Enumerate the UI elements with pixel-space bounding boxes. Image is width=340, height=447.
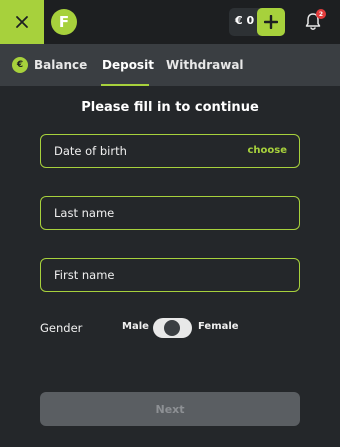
notifications-button[interactable]: 2 — [302, 9, 326, 33]
first-name-field[interactable]: First name — [40, 258, 300, 292]
form-title: Please fill in to continue — [81, 100, 259, 115]
active-tab-indicator — [101, 84, 149, 86]
tab-balance-label: Balance — [34, 58, 88, 72]
logo: F — [51, 9, 77, 35]
balance-amount: € 0 — [235, 14, 255, 27]
next-button[interactable]: Next — [40, 392, 300, 426]
euro-icon: € — [12, 57, 28, 73]
date-of-birth-label: Date of birth — [54, 144, 127, 158]
date-of-birth-field[interactable]: Date of birth choose — [40, 134, 300, 168]
balance-pill[interactable]: € 0 — [229, 8, 285, 36]
tab-deposit-label: Deposit — [102, 58, 154, 72]
tab-bar: € Balance Deposit Withdrawal — [0, 44, 340, 86]
last-name-label: Last name — [54, 206, 115, 220]
choose-date-button[interactable]: choose — [247, 145, 287, 156]
gender-label: Gender — [40, 321, 83, 335]
gender-female-label[interactable]: Female — [198, 321, 239, 332]
gender-toggle-knob — [164, 320, 180, 336]
plus-icon — [264, 15, 278, 29]
top-bar: F € 0 2 — [0, 0, 340, 44]
tab-withdrawal-label: Withdrawal — [166, 58, 244, 72]
notification-badge: 2 — [316, 9, 326, 19]
gender-male-label[interactable]: Male — [122, 321, 149, 332]
close-icon — [16, 16, 28, 28]
add-funds-button[interactable] — [257, 8, 285, 36]
tab-deposit[interactable]: Deposit — [102, 44, 154, 86]
first-name-label: First name — [54, 268, 115, 282]
tab-withdrawal[interactable]: Withdrawal — [166, 44, 244, 86]
close-button[interactable] — [0, 0, 44, 44]
gender-toggle[interactable] — [153, 318, 192, 338]
tab-balance[interactable]: € Balance — [12, 44, 87, 86]
gender-row: Gender Male Female — [40, 316, 300, 340]
last-name-field[interactable]: Last name — [40, 196, 300, 230]
